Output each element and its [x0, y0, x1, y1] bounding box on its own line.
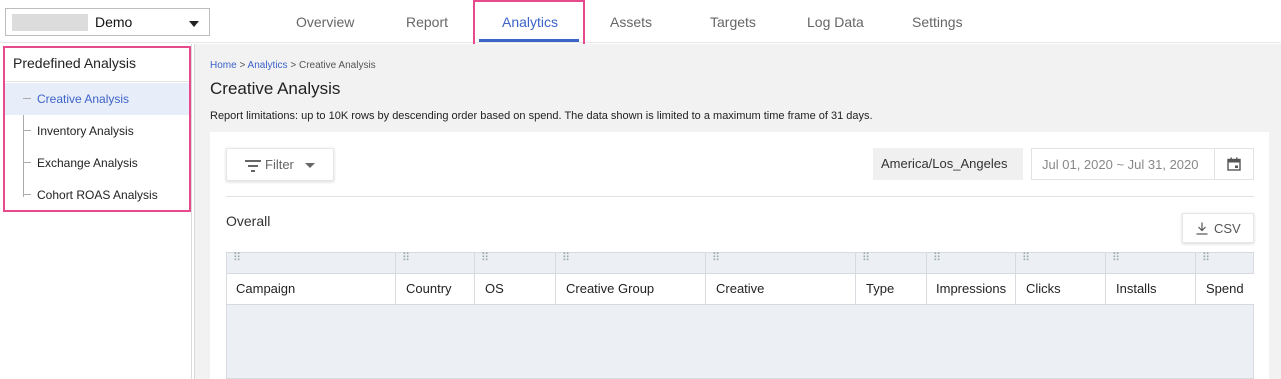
- column-separator: [555, 252, 556, 305]
- drag-handle-icon[interactable]: ⠿: [233, 253, 241, 264]
- caret-down-icon: [305, 163, 315, 168]
- drag-handle-icon[interactable]: ⠿: [1202, 253, 1210, 264]
- drag-handle-icon[interactable]: ⠿: [712, 253, 720, 264]
- column-separator: [1015, 252, 1016, 305]
- tab-targets[interactable]: Targets: [710, 14, 756, 30]
- column-header-creative[interactable]: Creative: [716, 281, 764, 296]
- date-range-value: Jul 01, 2020 ~ Jul 31, 2020: [1042, 157, 1199, 172]
- section-title: Overall: [226, 213, 271, 229]
- column-header-creative-group[interactable]: Creative Group: [566, 281, 654, 296]
- timezone-display: America/Los_Angeles: [873, 148, 1023, 180]
- breadcrumb-analytics[interactable]: Analytics: [248, 60, 288, 71]
- top-bar: Demo Overview Report Analytics Assets Ta…: [0, 0, 1281, 43]
- tab-settings[interactable]: Settings: [912, 14, 963, 30]
- report-limitations-note: Report limitations: up to 10K rows by de…: [210, 110, 873, 122]
- drag-handle-icon[interactable]: ⠿: [481, 253, 489, 264]
- column-separator: [926, 252, 927, 305]
- column-separator: [1195, 252, 1196, 305]
- date-range-picker[interactable]: Jul 01, 2020 ~ Jul 31, 2020: [1031, 148, 1254, 180]
- breadcrumb-separator: >: [239, 60, 246, 71]
- column-header-country[interactable]: Country: [406, 281, 452, 296]
- column-header-type[interactable]: Type: [866, 281, 894, 296]
- drag-handle-icon[interactable]: ⠿: [1112, 253, 1120, 264]
- column-header-campaign[interactable]: Campaign: [236, 281, 295, 296]
- breadcrumb: Home > Analytics > Creative Analysis: [210, 60, 376, 71]
- column-separator: [705, 252, 706, 305]
- csv-download-button[interactable]: CSV: [1182, 213, 1254, 243]
- breadcrumb-current: Creative Analysis: [298, 60, 376, 71]
- tab-log-data[interactable]: Log Data: [807, 14, 864, 30]
- filter-label: Filter: [265, 157, 294, 172]
- filter-icon: [245, 160, 261, 172]
- tab-report[interactable]: Report: [406, 14, 448, 30]
- timezone-label: America/Los_Angeles: [881, 156, 1008, 171]
- column-drag-row: [226, 252, 1254, 273]
- column-header-os[interactable]: OS: [485, 281, 504, 296]
- csv-label: CSV: [1214, 221, 1241, 236]
- sidebar-highlight: [3, 46, 191, 212]
- drag-handle-icon[interactable]: ⠿: [402, 253, 410, 264]
- column-header-impressions[interactable]: Impressions: [936, 281, 1006, 296]
- calendar-icon[interactable]: [1227, 157, 1241, 171]
- breadcrumb-home[interactable]: Home: [210, 60, 237, 71]
- column-header-spend[interactable]: Spend: [1206, 281, 1244, 296]
- account-name: Demo: [95, 14, 133, 30]
- drag-handle-icon[interactable]: ⠿: [562, 253, 570, 264]
- column-separator: [474, 252, 475, 305]
- column-separator: [1105, 252, 1106, 305]
- page-title: Creative Analysis: [210, 79, 341, 98]
- drag-handle-icon[interactable]: ⠿: [1022, 253, 1030, 264]
- caret-down-icon: [189, 21, 199, 27]
- drag-handle-icon[interactable]: ⠿: [933, 253, 941, 264]
- column-header-clicks[interactable]: Clicks: [1026, 281, 1061, 296]
- account-select[interactable]: Demo: [5, 8, 210, 36]
- account-name-redacted: [12, 14, 88, 31]
- date-picker-divider: [1214, 149, 1215, 179]
- column-header-installs[interactable]: Installs: [1116, 281, 1156, 296]
- download-icon: [1196, 222, 1208, 235]
- column-separator: [855, 252, 856, 305]
- drag-handle-icon[interactable]: ⠿: [862, 253, 870, 264]
- filter-button[interactable]: Filter: [226, 148, 334, 181]
- tab-overview[interactable]: Overview: [296, 14, 354, 30]
- tab-assets[interactable]: Assets: [610, 14, 652, 30]
- analytics-tab-highlight: [473, 0, 585, 46]
- column-separator: [395, 252, 396, 305]
- breadcrumb-separator: >: [290, 60, 297, 71]
- card-divider: [226, 196, 1254, 197]
